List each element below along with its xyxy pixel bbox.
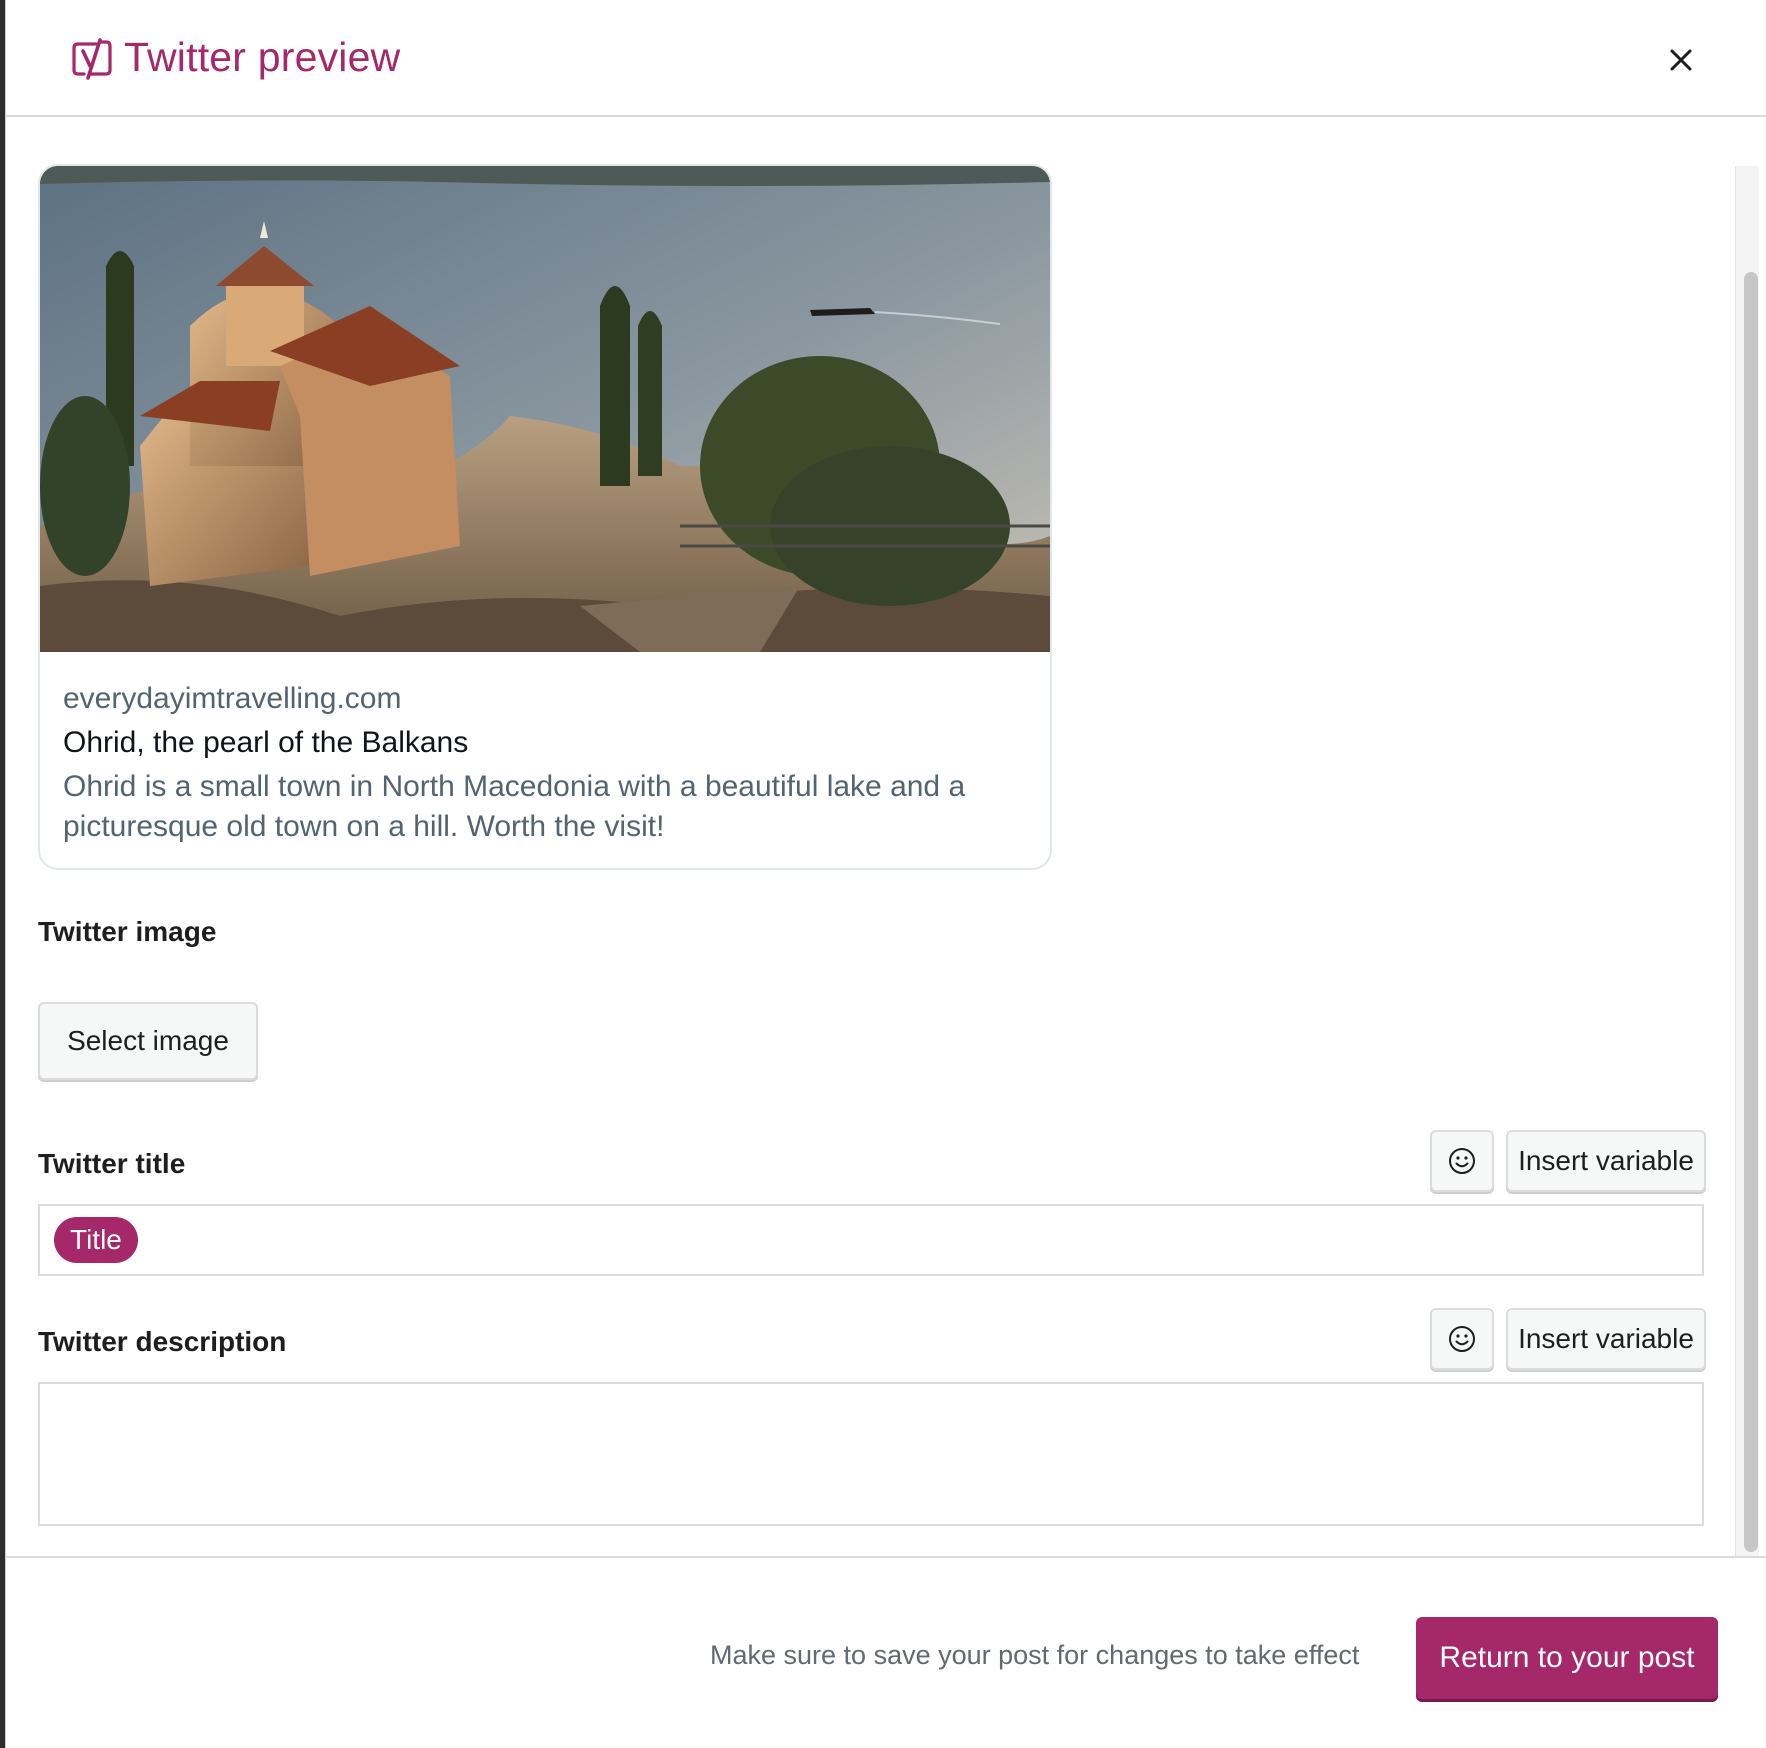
scrollbar-thumb[interactable] — [1744, 272, 1758, 1552]
close-button[interactable] — [1656, 35, 1706, 85]
modal-scroll-content: everydayimtravelling.com Ohrid, the pear… — [6, 119, 1766, 1556]
preview-domain: everydayimtravelling.com — [63, 682, 402, 715]
smiley-icon — [1449, 1326, 1475, 1352]
yoast-logo-icon — [70, 36, 114, 80]
save-reminder-text: Make sure to save your post for changes … — [710, 1640, 1360, 1670]
twitter-preview-card[interactable]: everydayimtravelling.com Ohrid, the pear… — [38, 164, 1052, 870]
modal-header: Twitter preview — [6, 0, 1766, 117]
modal-footer: Make sure to save your post for changes … — [6, 1556, 1766, 1748]
select-image-button[interactable]: Select image — [38, 1002, 258, 1080]
twitter-image-label: Twitter image — [38, 916, 217, 947]
twitter-description-input[interactable] — [38, 1382, 1704, 1526]
twitter-preview-modal: Twitter preview everydayimtravelling.com… — [5, 0, 1766, 1748]
return-to-post-button[interactable]: Return to your post — [1416, 1617, 1718, 1699]
preview-headline: Ohrid, the pearl of the Balkans — [63, 726, 469, 759]
title-insert-variable-button[interactable]: Insert variable — [1506, 1130, 1706, 1192]
smiley-icon — [1449, 1148, 1475, 1174]
preview-description: Ohrid is a small town in North Macedonia… — [63, 770, 966, 843]
twitter-description-label: Twitter description — [38, 1326, 287, 1357]
description-emoji-button[interactable] — [1430, 1308, 1494, 1370]
title-variable-pill[interactable]: Title — [54, 1217, 138, 1263]
description-insert-variable-button[interactable]: Insert variable — [1506, 1308, 1706, 1370]
preview-image[interactable] — [40, 166, 1050, 652]
twitter-title-label: Twitter title — [38, 1148, 186, 1179]
twitter-title-input[interactable]: Title — [38, 1204, 1704, 1276]
title-emoji-button[interactable] — [1430, 1130, 1494, 1192]
modal-title: Twitter preview — [124, 34, 401, 80]
close-icon — [1670, 49, 1692, 71]
